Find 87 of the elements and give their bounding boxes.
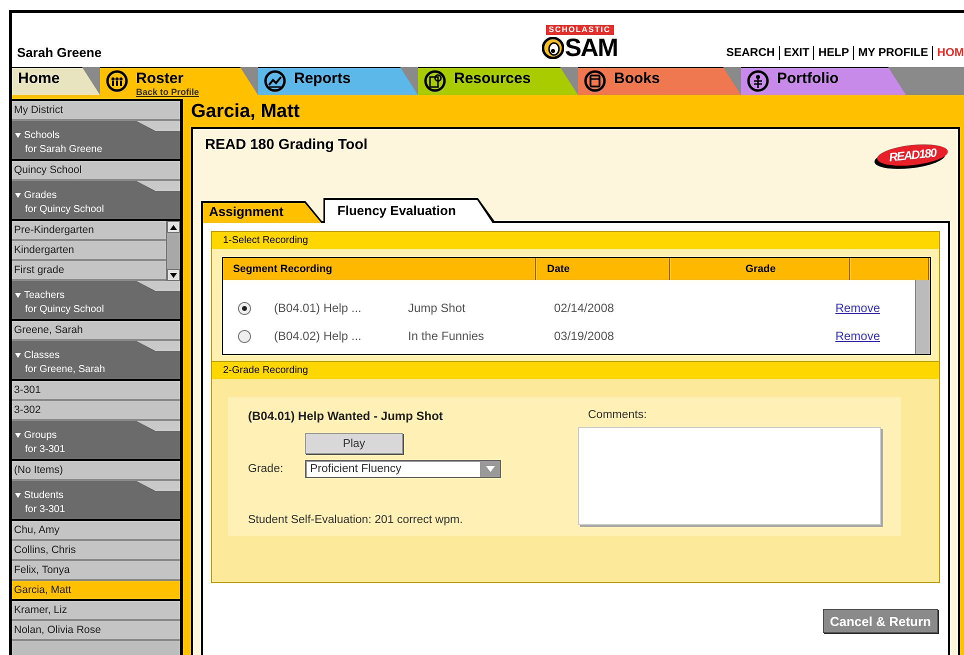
remove-link[interactable]: Remove xyxy=(835,329,880,343)
sidebar-section-header[interactable]: Grades for Quincy School xyxy=(12,181,180,219)
student-name: Garcia, Matt xyxy=(191,101,301,123)
people-icon xyxy=(106,70,128,92)
caret-icon xyxy=(15,193,21,198)
sidebar-item[interactable]: 3-301 xyxy=(12,381,180,401)
section-subtitle: for Greene, Sarah xyxy=(24,363,106,377)
tool-title: READ 180 Grading Tool xyxy=(205,137,368,155)
nav-tab[interactable]: Roster Back to Profile xyxy=(100,67,258,98)
section-subtitle: for Sarah Greene xyxy=(24,143,104,157)
sidebar-item[interactable]: Garcia, Matt xyxy=(12,581,180,601)
nav-tab[interactable]: Reports xyxy=(258,67,418,95)
caret-icon xyxy=(15,353,21,358)
sidebar-item[interactable]: Collins, Chris xyxy=(12,541,180,561)
logo-text: SAM xyxy=(564,36,618,60)
nav-tab[interactable]: Home xyxy=(12,67,100,95)
play-button[interactable]: Play xyxy=(305,433,403,454)
section-title: Grades xyxy=(24,189,57,202)
radio-button[interactable] xyxy=(238,330,251,342)
sidebar-section-header[interactable]: Students for 3-301 xyxy=(12,481,180,519)
radio-button[interactable] xyxy=(238,302,251,314)
scrollbar[interactable] xyxy=(915,280,930,354)
sidebar-item[interactable]: First grade xyxy=(12,261,166,281)
book-icon xyxy=(584,70,606,92)
table-cell-text: In the Funnies xyxy=(408,329,486,343)
sidebar-section-header[interactable]: Teachers for Quincy School xyxy=(12,281,180,319)
grade-label: Grade: xyxy=(248,463,284,475)
nav-tab[interactable]: Portfolio xyxy=(741,67,906,95)
caret-icon xyxy=(15,293,21,298)
header-link[interactable]: EXIT xyxy=(780,46,814,60)
caret-icon xyxy=(15,493,21,498)
sidebar-item[interactable]: Pre-Kindergarten xyxy=(12,221,166,241)
brand-label: SCHOLASTIC xyxy=(546,25,614,35)
header-link[interactable]: HOM xyxy=(933,46,964,60)
self-evaluation: Student Self-Evaluation: 201 correct wpm. xyxy=(248,514,464,526)
sidebar-item[interactable]: My District xyxy=(12,101,180,121)
sidebar-item[interactable]: Greene, Sarah xyxy=(12,321,180,341)
chart-icon xyxy=(264,70,286,92)
caret-icon xyxy=(15,133,21,138)
section-subtitle: for 3-301 xyxy=(24,503,66,517)
section-title: Students xyxy=(24,489,64,502)
table-cell-text: Jump Shot xyxy=(408,301,466,315)
sidebar-section-header[interactable]: Schools for Sarah Greene xyxy=(12,121,180,159)
sidebar-item[interactable]: Felix, Tonya xyxy=(12,561,180,581)
sidebar-item[interactable]: Quincy School xyxy=(12,161,180,181)
up-arrow-icon xyxy=(170,224,177,230)
scrollbar[interactable] xyxy=(166,221,180,281)
remove-link[interactable]: Remove xyxy=(835,301,880,315)
table-cell-text: (B04.02) Help ... xyxy=(274,329,362,343)
section-title: Groups xyxy=(24,429,57,442)
sidebar-section-header[interactable]: Classes for Greene, Sarah xyxy=(12,341,180,379)
sidebar-item[interactable]: (No Items) xyxy=(12,461,180,481)
back-link[interactable]: Back to Profile xyxy=(136,87,200,98)
sidebar-item[interactable]: Kramer, Liz xyxy=(12,601,180,621)
recording-title: (B04.01) Help Wanted - Jump Shot xyxy=(248,409,444,423)
section-title: Classes xyxy=(24,349,60,362)
header-link[interactable]: SEARCH xyxy=(722,46,780,60)
section-title: Teachers xyxy=(24,289,65,302)
tab[interactable]: Fluency Evaluation xyxy=(323,198,496,223)
header-link[interactable]: HELP xyxy=(814,46,854,60)
document-icon xyxy=(424,70,446,92)
table-cell-text: (B04.01) Help ... xyxy=(274,301,362,315)
sidebar-item[interactable]: Kindergarten xyxy=(12,241,166,261)
user-name: Sarah Greene xyxy=(17,45,103,60)
sidebar-item[interactable]: Nolan, Olivia Rose xyxy=(12,621,180,641)
comments-label: Comments: xyxy=(588,409,648,421)
header-link[interactable]: MY PROFILE xyxy=(854,46,934,60)
section-subtitle: for 3-301 xyxy=(24,443,66,457)
table-cell-text: 02/14/2008 xyxy=(554,301,616,315)
section-title: 1-Select Recording xyxy=(212,232,939,249)
section-subtitle: for Quincy School xyxy=(24,303,105,317)
dropdown-arrow-icon xyxy=(486,466,494,472)
down-arrow-icon xyxy=(170,272,177,278)
person-icon xyxy=(747,70,769,92)
tab[interactable]: Assignment xyxy=(201,201,324,223)
section-subtitle: for Quincy School xyxy=(24,203,105,217)
table-cell-text: 03/19/2008 xyxy=(554,329,616,343)
comments-field[interactable] xyxy=(578,427,881,525)
section-title: Schools xyxy=(24,129,60,142)
nav-tab[interactable]: Resources xyxy=(418,67,578,95)
caret-icon xyxy=(15,433,21,438)
sidebar-item[interactable]: 3-302 xyxy=(12,401,180,421)
section-title: 2-Grade Recording xyxy=(212,362,939,379)
sidebar-item[interactable]: Chu, Amy xyxy=(12,521,180,541)
sidebar-section-header[interactable]: Groups for 3-301 xyxy=(12,421,180,459)
nav-tab[interactable]: Books xyxy=(578,67,741,95)
grade-dropdown[interactable]: Proficient Fluency xyxy=(305,460,501,478)
